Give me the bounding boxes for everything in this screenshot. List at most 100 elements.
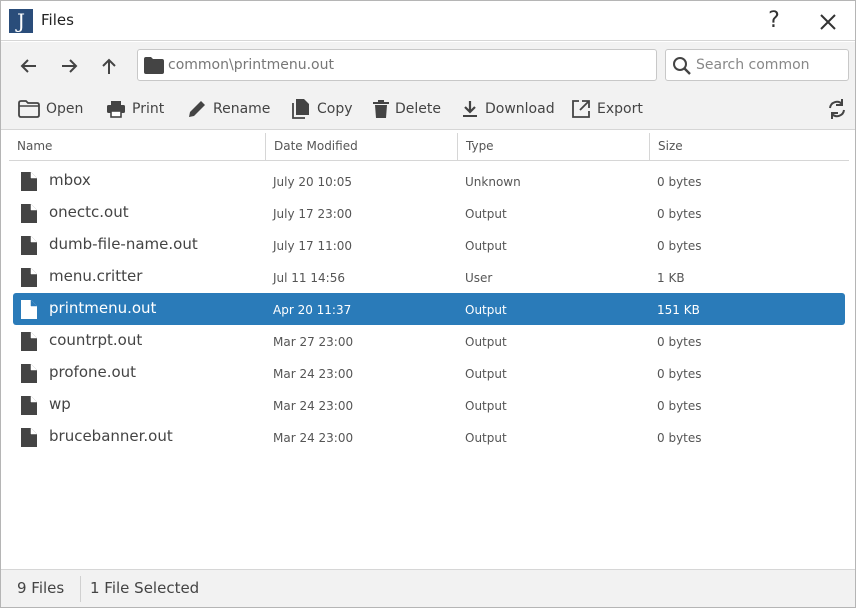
close-icon xyxy=(820,14,836,30)
print-label: Print xyxy=(132,101,165,117)
file-date-modified: Mar 24 23:00 xyxy=(273,399,354,413)
export-icon xyxy=(572,100,590,118)
file-date-modified: Jul 11 14:56 xyxy=(273,271,345,285)
file-icon xyxy=(21,396,37,415)
trash-icon xyxy=(373,100,389,118)
file-name: menu.critter xyxy=(49,267,143,285)
file-row[interactable]: brucebanner.out Mar 24 23:00 Output 0 bytes xyxy=(13,421,845,453)
column-header-type[interactable]: Type xyxy=(457,133,649,161)
file-row[interactable]: dumb-file-name.out July 17 11:00 Output 0 b… xyxy=(13,229,845,261)
file-date-modified: Mar 24 23:00 xyxy=(273,367,354,381)
download-button[interactable]: Download xyxy=(461,96,555,122)
window-title: Files xyxy=(41,11,74,29)
copy-button[interactable]: Copy xyxy=(291,96,353,122)
file-type: User xyxy=(465,271,493,285)
file-date-modified: July 17 23:00 xyxy=(273,207,353,221)
file-name: printmenu.out xyxy=(49,299,157,317)
file-type: Output xyxy=(465,207,507,221)
file-date-modified: July 17 11:00 xyxy=(273,239,353,253)
help-icon: ? xyxy=(768,8,780,33)
column-header-date[interactable]: Date Modified xyxy=(265,133,457,161)
export-button[interactable]: Export xyxy=(571,96,643,122)
file-name: profone.out xyxy=(49,363,137,381)
refresh-icon xyxy=(829,99,845,119)
file-name: brucebanner.out xyxy=(49,427,173,445)
up-button[interactable] xyxy=(96,53,122,79)
close-button[interactable] xyxy=(815,9,841,35)
open-label: Open xyxy=(46,101,84,117)
file-type: Output xyxy=(465,431,507,445)
arrow-up-icon xyxy=(102,58,116,74)
file-date-modified: July 20 10:05 xyxy=(273,175,353,189)
toolbar: Open Print Rename Copy Delete Download E… xyxy=(1,88,855,130)
file-list: mbox July 20 10:05 Unknown 0 bytes onectc.ou… xyxy=(13,165,845,453)
file-icon xyxy=(21,364,37,383)
file-size: 0 bytes xyxy=(657,175,702,189)
file-row[interactable]: wp Mar 24 23:00 Output 0 bytes xyxy=(13,389,845,421)
file-row[interactable]: printmenu.out Apr 20 11:37 Output 151 KB xyxy=(13,293,845,325)
file-size: 0 bytes xyxy=(657,335,702,349)
copy-icon xyxy=(292,99,309,119)
rename-button[interactable]: Rename xyxy=(187,96,270,122)
refresh-button[interactable] xyxy=(825,97,849,121)
file-size: 0 bytes xyxy=(657,399,702,413)
file-row[interactable]: profone.out Mar 24 23:00 Output 0 bytes xyxy=(13,357,845,389)
path-field[interactable] xyxy=(137,49,657,81)
file-icon xyxy=(21,172,37,191)
file-table-header: Name Date Modified Type Size xyxy=(9,133,849,161)
file-icon xyxy=(21,332,37,351)
search-icon xyxy=(673,57,691,75)
file-name: countrpt.out xyxy=(49,331,143,349)
j-logo-icon: J xyxy=(9,9,33,33)
file-icon xyxy=(21,268,37,287)
help-button[interactable]: ? xyxy=(761,7,787,35)
arrow-right-icon xyxy=(62,59,78,73)
file-size: 151 KB xyxy=(657,303,700,317)
search-input[interactable] xyxy=(696,50,844,80)
folder-icon xyxy=(144,57,164,74)
title-bar: J Files ? xyxy=(1,1,855,41)
file-size: 0 bytes xyxy=(657,239,702,253)
column-header-name[interactable]: Name xyxy=(9,133,265,161)
printer-icon xyxy=(107,101,125,118)
file-icon xyxy=(21,428,37,447)
file-name: wp xyxy=(49,395,71,413)
file-count: 9 Files xyxy=(17,579,65,597)
copy-label: Copy xyxy=(317,101,353,117)
file-name: onectc.out xyxy=(49,203,129,221)
navigation-bar xyxy=(1,42,855,88)
column-header-size[interactable]: Size xyxy=(649,133,849,161)
status-bar: 9 Files 1 File Selected xyxy=(1,569,855,607)
download-label: Download xyxy=(485,101,555,117)
status-divider xyxy=(80,576,81,602)
file-type: Output xyxy=(465,239,507,253)
folder-open-icon xyxy=(18,100,40,118)
file-row[interactable]: menu.critter Jul 11 14:56 User 1 KB xyxy=(13,261,845,293)
open-button[interactable]: Open xyxy=(18,96,83,122)
forward-button[interactable] xyxy=(56,53,82,79)
file-icon xyxy=(21,236,37,255)
file-size: 0 bytes xyxy=(657,367,702,381)
file-row[interactable]: countrpt.out Mar 27 23:00 Output 0 bytes xyxy=(13,325,845,357)
file-date-modified: Mar 24 23:00 xyxy=(273,431,354,445)
file-row[interactable]: mbox July 20 10:05 Unknown 0 bytes xyxy=(13,165,845,197)
file-name: mbox xyxy=(49,171,91,189)
path-input[interactable] xyxy=(168,50,648,80)
file-type: Unknown xyxy=(465,175,521,189)
file-date-modified: Apr 20 11:37 xyxy=(273,303,352,317)
search-field[interactable] xyxy=(665,49,849,81)
file-type: Output xyxy=(465,399,507,413)
file-date-modified: Mar 27 23:00 xyxy=(273,335,354,349)
file-size: 1 KB xyxy=(657,271,685,285)
delete-button[interactable]: Delete xyxy=(373,96,441,122)
file-row[interactable]: onectc.out July 17 23:00 Output 0 bytes xyxy=(13,197,845,229)
print-button[interactable]: Print xyxy=(106,96,164,122)
download-icon xyxy=(463,101,477,117)
file-type: Output xyxy=(465,335,507,349)
back-button[interactable] xyxy=(16,53,42,79)
rename-label: Rename xyxy=(213,101,271,117)
export-label: Export xyxy=(597,101,643,117)
pencil-icon xyxy=(189,101,205,117)
file-icon xyxy=(21,300,37,319)
file-size: 0 bytes xyxy=(657,207,702,221)
